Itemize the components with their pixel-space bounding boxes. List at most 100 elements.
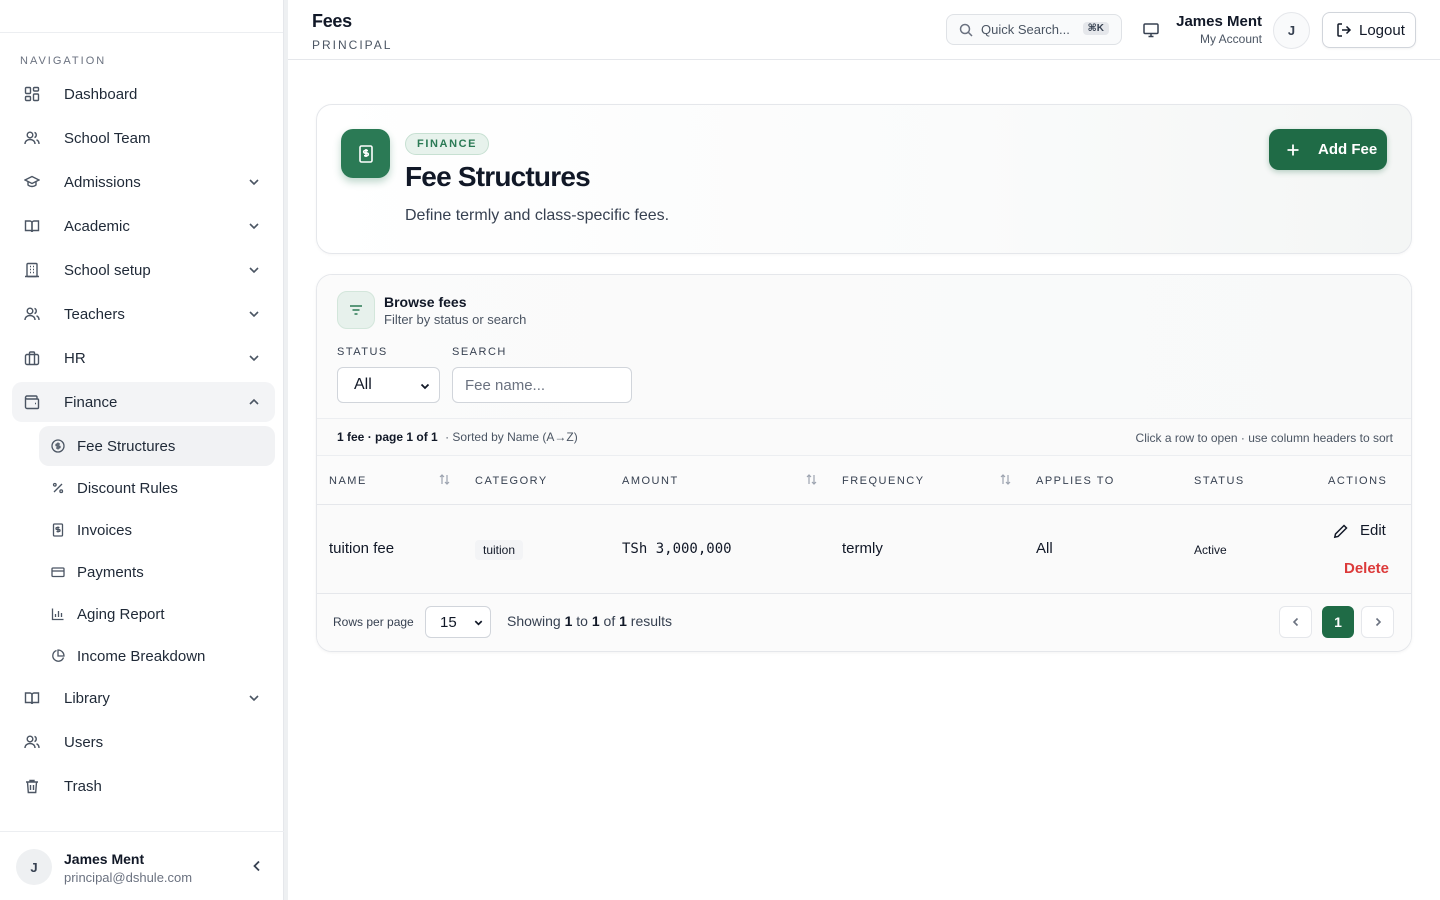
- column-header-status[interactable]: STATUS: [1194, 475, 1245, 487]
- sidebar-top: [0, 0, 283, 33]
- column-header-category[interactable]: CATEGORY: [475, 475, 548, 487]
- page-role: PRINCIPAL: [312, 38, 393, 52]
- logout-button[interactable]: Logout: [1322, 12, 1416, 48]
- sidebar-divider: [284, 0, 288, 900]
- monitor-icon[interactable]: [1142, 21, 1160, 39]
- table-row[interactable]: tuition fee tuition TSh 3,000,000 termly…: [317, 505, 1411, 594]
- column-header-actions: ACTIONS: [1328, 475, 1388, 487]
- sidebar-item-label: Finance: [64, 393, 118, 411]
- sidebar-item-label: Teachers: [64, 305, 125, 323]
- current-page-button[interactable]: 1: [1322, 606, 1354, 638]
- column-header-frequency[interactable]: FREQUENCY: [842, 475, 925, 487]
- avatar[interactable]: J: [1273, 12, 1310, 49]
- top-header: Fees PRINCIPAL Quick Search... ⌘K James …: [288, 0, 1440, 60]
- dashboard-icon: [24, 86, 40, 102]
- sidebar-item-label: Payments: [77, 563, 144, 581]
- edit-button[interactable]: Edit: [1333, 522, 1386, 539]
- showing-to: 1: [591, 613, 600, 629]
- sidebar-item-label: Aging Report: [77, 605, 165, 623]
- status-filter-label: STATUS: [337, 346, 388, 358]
- percent-icon: [52, 482, 64, 494]
- account-info[interactable]: James Ment My Account: [1176, 13, 1262, 46]
- column-header-applies-to[interactable]: APPLIES TO: [1036, 475, 1115, 487]
- browse-fees-card: Browse fees Filter by status or search S…: [316, 274, 1412, 652]
- showing-prefix: Showing: [507, 613, 565, 629]
- showing-to-word: to: [572, 613, 592, 629]
- showing-results-text: Showing 1 to 1 of 1 results: [507, 613, 672, 629]
- chevron-down-icon: [474, 620, 483, 626]
- sidebar-item-dashboard[interactable]: Dashboard: [12, 74, 275, 114]
- sidebar-footer: J James Ment principal@dshule.com: [0, 831, 284, 900]
- amount-cell: TSh 3,000,000: [622, 541, 732, 557]
- browse-title: Browse fees: [384, 294, 467, 310]
- sidebar-item-hr[interactable]: HR: [12, 338, 275, 378]
- sidebar-item-school-setup[interactable]: School setup: [12, 250, 275, 290]
- status-select-value: All: [354, 376, 372, 393]
- users-icon: [24, 307, 40, 321]
- wallet-icon: [24, 395, 40, 410]
- column-header-name[interactable]: NAME: [329, 475, 367, 487]
- sidebar-item-admissions[interactable]: Admissions: [12, 162, 275, 202]
- sidebar-item-label: School setup: [64, 261, 151, 279]
- page-title: Fees: [312, 11, 352, 31]
- sidebar-item-label: School Team: [64, 129, 151, 147]
- sidebar-item-label: Library: [64, 689, 110, 707]
- sort-icon[interactable]: [438, 473, 451, 486]
- sidebar-item-discount-rules[interactable]: Discount Rules: [39, 468, 275, 508]
- sidebar-item-aging-report[interactable]: Aging Report: [39, 594, 275, 634]
- avatar[interactable]: J: [16, 849, 52, 885]
- fee-search-input[interactable]: [452, 367, 632, 403]
- finance-submenu: Fee Structures Discount Rules Invoices P…: [39, 426, 275, 676]
- search-icon: [959, 23, 973, 37]
- book-icon: [24, 692, 40, 705]
- chevron-right-icon: [1375, 617, 1381, 627]
- chevron-down-icon: [249, 695, 259, 702]
- sidebar-item-income-breakdown[interactable]: Income Breakdown: [39, 636, 275, 676]
- category-chip: tuition: [475, 540, 524, 560]
- edit-label: Edit: [1360, 522, 1386, 539]
- sidebar-item-label: Dashboard: [64, 85, 138, 103]
- sort-icon[interactable]: [805, 473, 818, 486]
- sidebar-item-fee-structures[interactable]: Fee Structures: [39, 426, 275, 466]
- rows-per-page-select[interactable]: 15: [425, 606, 491, 638]
- sidebar-item-invoices[interactable]: Invoices: [39, 510, 275, 550]
- sidebar-item-finance[interactable]: Finance: [12, 382, 275, 422]
- browse-subtitle: Filter by status or search: [384, 312, 527, 327]
- chevron-up-icon: [249, 398, 259, 405]
- status-cell: Active: [1194, 543, 1227, 557]
- rows-per-page-value: 15: [440, 613, 457, 631]
- logout-label: Logout: [1359, 21, 1405, 39]
- chevron-left-icon[interactable]: [250, 859, 264, 873]
- next-page-button[interactable]: [1361, 606, 1394, 638]
- sidebar-item-label: Admissions: [64, 173, 141, 191]
- sidebar-item-library[interactable]: Library: [12, 678, 275, 718]
- pencil-icon: [1333, 523, 1348, 538]
- plus-icon: [1287, 144, 1299, 155]
- sidebar-item-users[interactable]: Users: [12, 722, 275, 762]
- results-summary-bar: 1 fee · page 1 of 1 · Sorted by Name (A→…: [317, 419, 1411, 456]
- sidebar-item-label: Invoices: [77, 521, 133, 539]
- column-header-amount[interactable]: AMOUNT: [622, 475, 679, 487]
- table-header: NAME CATEGORY AMOUNT FREQUENCY APPLIES T…: [317, 456, 1411, 505]
- chevron-down-icon: [249, 267, 259, 274]
- sidebar-item-teachers[interactable]: Teachers: [12, 294, 275, 334]
- chevron-down-icon: [249, 311, 259, 318]
- filter-icon: [337, 291, 375, 329]
- add-fee-button[interactable]: Add Fee: [1269, 129, 1387, 170]
- sidebar-item-label: Fee Structures: [77, 437, 176, 455]
- sidebar-item-school-team[interactable]: School Team: [12, 118, 275, 158]
- sidebar-item-trash[interactable]: Trash: [12, 766, 275, 806]
- status-select[interactable]: All: [337, 367, 440, 403]
- nav-heading: NAVIGATION: [20, 55, 107, 67]
- quick-search[interactable]: Quick Search... ⌘K: [946, 14, 1122, 45]
- logout-icon: [1337, 23, 1352, 37]
- delete-button[interactable]: Delete: [1344, 560, 1389, 577]
- sidebar-item-payments[interactable]: Payments: [39, 552, 275, 592]
- receipt-icon: [52, 523, 64, 537]
- sidebar-item-academic[interactable]: Academic: [12, 206, 275, 246]
- previous-page-button[interactable]: [1279, 606, 1312, 638]
- sort-icon[interactable]: [999, 473, 1012, 486]
- rows-per-page-label: Rows per page: [333, 615, 414, 629]
- applies-to-cell: All: [1036, 540, 1053, 557]
- chevron-down-icon: [249, 223, 259, 230]
